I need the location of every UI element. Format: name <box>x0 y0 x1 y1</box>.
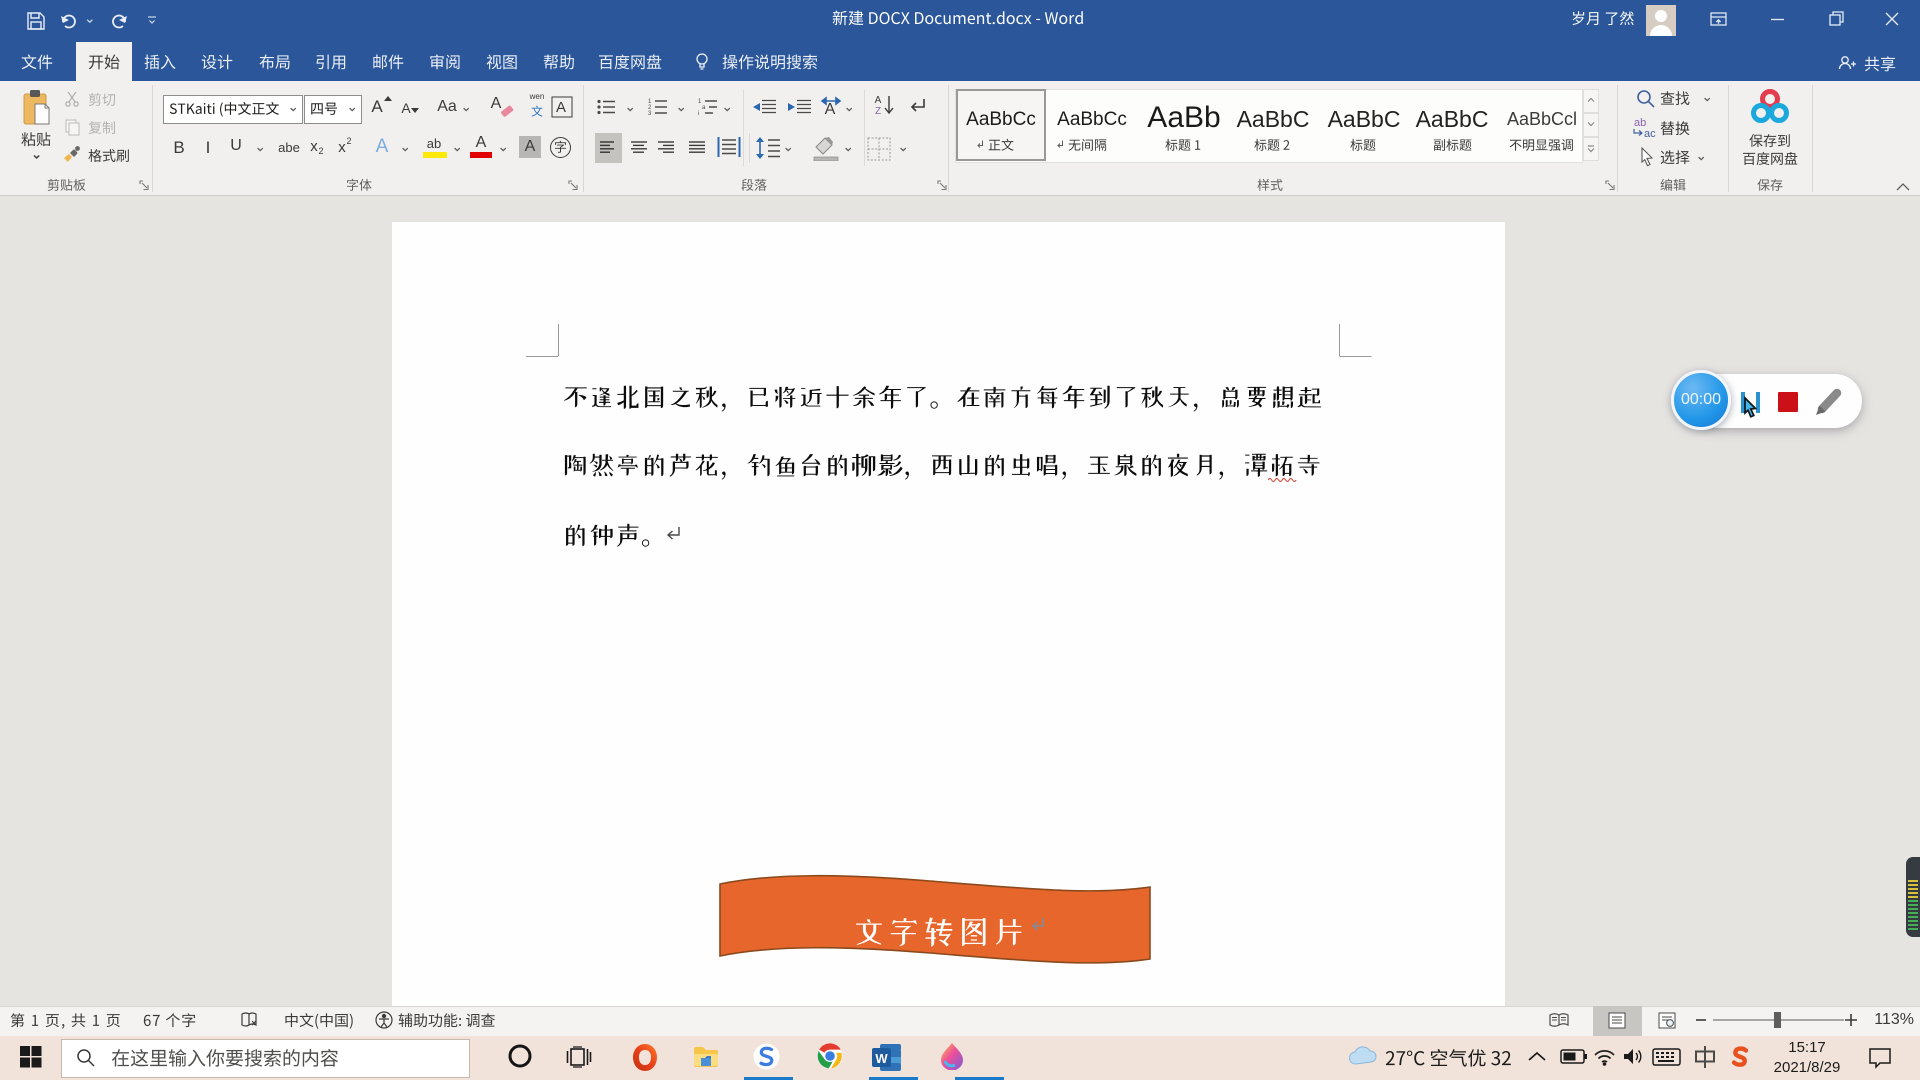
svg-text:i: i <box>698 111 699 116</box>
svg-text:a: a <box>702 105 706 111</box>
svg-text:W: W <box>875 1051 888 1066</box>
svg-text:3: 3 <box>648 111 652 116</box>
